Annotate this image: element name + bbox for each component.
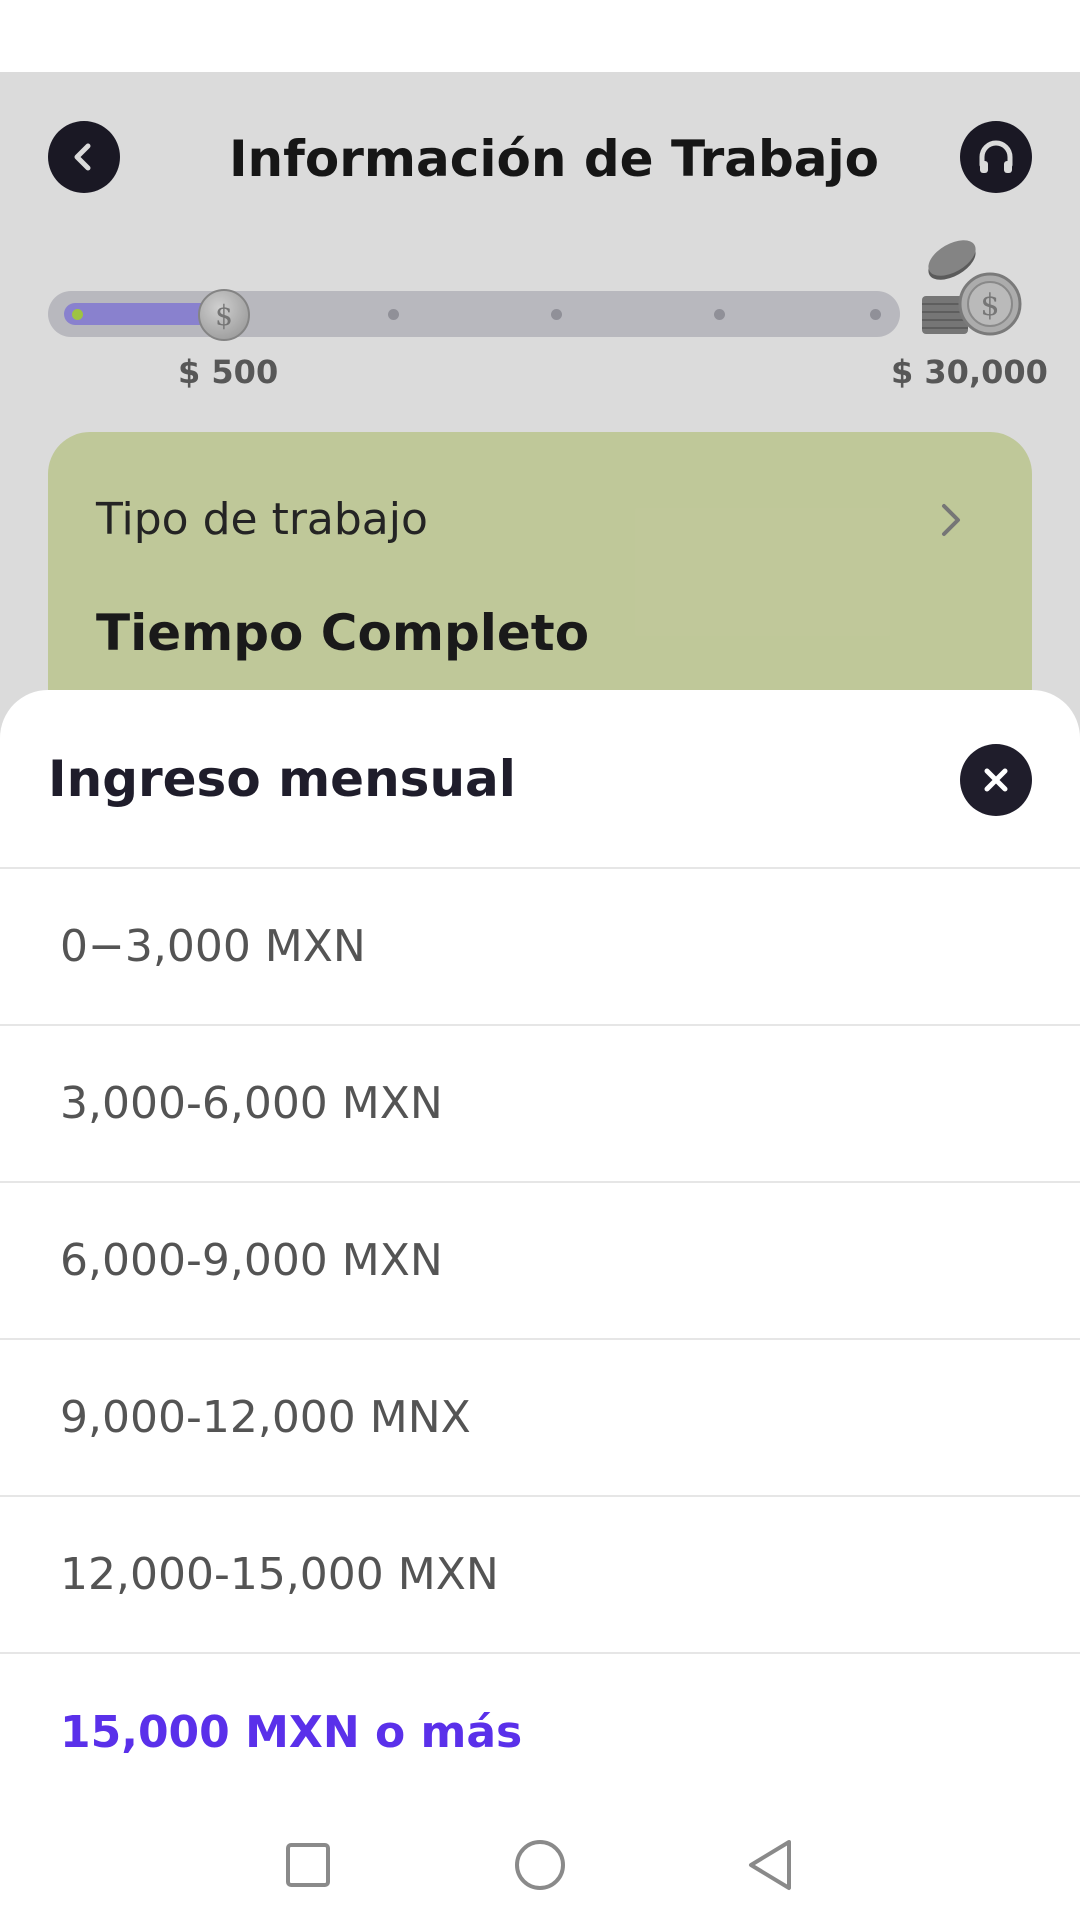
recent-apps-button[interactable] — [273, 1830, 343, 1900]
triangle-back-icon — [749, 1840, 791, 1890]
nav-back-button[interactable] — [735, 1830, 805, 1900]
system-nav-bar — [0, 1810, 1080, 1920]
status-bar — [0, 0, 1080, 72]
sheet-title: Ingreso mensual — [48, 750, 516, 808]
income-option[interactable]: 6,000-9,000 MXN — [0, 1183, 1080, 1340]
income-option-list: 0−3,000 MXN 3,000-6,000 MXN 6,000-9,000 … — [0, 869, 1080, 1811]
circle-icon — [515, 1840, 565, 1890]
income-option[interactable]: 3,000-6,000 MXN — [0, 1026, 1080, 1183]
income-option[interactable]: 9,000-12,000 MNX — [0, 1340, 1080, 1497]
income-bottom-sheet: Ingreso mensual 0−3,000 MXN 3,000-6,000 … — [0, 690, 1080, 1920]
income-option-selected[interactable]: 15,000 MXN o más — [0, 1654, 1080, 1811]
close-icon — [984, 768, 1008, 792]
close-button[interactable] — [960, 744, 1032, 816]
income-option[interactable]: 0−3,000 MXN — [0, 869, 1080, 1026]
income-option[interactable]: 12,000-15,000 MXN — [0, 1497, 1080, 1654]
home-button[interactable] — [505, 1830, 575, 1900]
square-icon — [286, 1843, 330, 1887]
